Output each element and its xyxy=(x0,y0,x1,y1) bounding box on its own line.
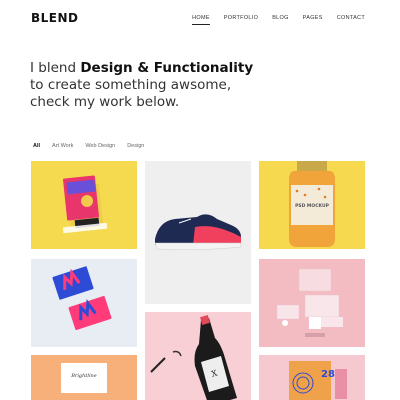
portfolio-item-orange-card[interactable]: Brightline xyxy=(31,355,137,400)
filter-art-work[interactable]: Art Work xyxy=(52,143,73,149)
jar-label-text: PSD MOCKUP xyxy=(295,203,330,209)
nav-item-pages[interactable]: PAGES xyxy=(303,15,323,21)
nav-item-contact[interactable]: CONTACT xyxy=(337,15,365,21)
portfolio-item-stationery[interactable] xyxy=(259,259,365,347)
filter-web-design[interactable]: Web Design xyxy=(85,143,115,149)
nav-item-blog[interactable]: BLOG xyxy=(272,15,288,21)
stationery-image xyxy=(276,268,343,337)
sneaker-image xyxy=(154,214,242,250)
portfolio-item-sneaker[interactable] xyxy=(145,161,251,304)
site-header: BLEND HOME PORTFOLIO BLOG PAGES CONTACT xyxy=(0,0,400,36)
orange-card-image: Brightline xyxy=(61,363,107,393)
portfolio-item-book[interactable]: 28 xyxy=(259,355,365,400)
portfolio-filters: All Art Work Web Design Design xyxy=(33,143,144,149)
hero-prefix: I blend xyxy=(30,60,81,76)
hero-line-1: I blend Design & Functionality xyxy=(30,60,270,77)
jar-image: PSD MOCKUP xyxy=(289,161,335,247)
portfolio-grid: PSD MOCKUP X Brightline 28 xyxy=(31,161,365,400)
hero-line-3: check my work below. xyxy=(30,94,180,110)
portfolio-item-card-mockup[interactable] xyxy=(31,161,137,249)
brand-logo[interactable]: BLEND xyxy=(31,11,79,25)
book-image: 28 xyxy=(289,361,347,400)
hero-line-2: to create something awsome, xyxy=(30,77,232,93)
hero-heading: I blend Design & Functionality to create… xyxy=(30,60,270,111)
card-mockup-image xyxy=(62,175,108,234)
main-nav: HOME PORTFOLIO BLOG PAGES CONTACT xyxy=(192,15,365,25)
hero-highlight: Design & Functionality xyxy=(80,60,254,76)
nav-item-portfolio[interactable]: PORTFOLIO xyxy=(224,15,258,21)
book-number: 28 xyxy=(321,369,335,380)
wine-image: X xyxy=(150,315,237,400)
nav-item-home[interactable]: HOME xyxy=(192,15,210,25)
card-script-text: Brightline xyxy=(70,373,97,379)
portfolio-item-jar[interactable]: PSD MOCKUP xyxy=(259,161,365,249)
filter-design[interactable]: Design xyxy=(127,143,144,149)
business-cards-image xyxy=(52,266,112,331)
portfolio-item-wine[interactable]: X xyxy=(145,312,251,400)
filter-all[interactable]: All xyxy=(33,143,40,149)
portfolio-item-business-cards[interactable] xyxy=(31,259,137,347)
